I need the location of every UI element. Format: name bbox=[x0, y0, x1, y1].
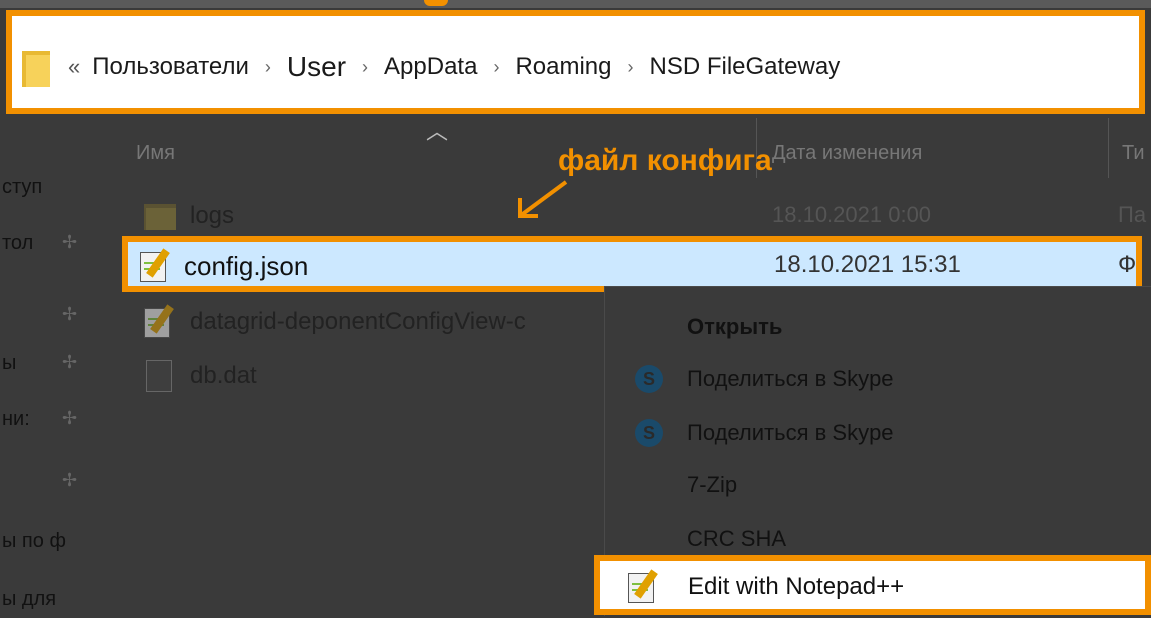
file-name: logs bbox=[190, 202, 235, 229]
column-header-name[interactable]: Имя bbox=[136, 142, 175, 165]
breadcrumb-separator-icon[interactable]: › bbox=[493, 57, 499, 78]
sort-ascending-icon: ︿ bbox=[426, 119, 449, 144]
skype-icon: S bbox=[635, 365, 663, 393]
pin-icon: ✢ bbox=[62, 232, 78, 252]
orange-annotation-mark bbox=[424, 0, 448, 6]
breadcrumb-separator-icon[interactable]: › bbox=[627, 57, 633, 78]
context-menu-item-label: 7-Zip bbox=[687, 472, 738, 497]
column-divider[interactable] bbox=[1108, 118, 1109, 178]
folder-icon bbox=[22, 47, 50, 87]
context-menu-item-open[interactable]: Открыть bbox=[605, 301, 1151, 353]
breadcrumb-item-appdata[interactable]: AppData bbox=[384, 53, 477, 81]
pin-icon: ✢ bbox=[62, 304, 78, 324]
breadcrumb-item-nsd-filegateway[interactable]: NSD FileGateway bbox=[649, 53, 840, 81]
context-menu-item-share-skype[interactable]: S Поделиться в Skype bbox=[605, 353, 1151, 405]
file-row-logs[interactable]: logs 18.10.2021 0:00 Па bbox=[130, 196, 1146, 236]
column-header-date[interactable]: Дата изменения bbox=[772, 142, 922, 165]
folder-icon bbox=[144, 200, 176, 230]
nav-item-desktop[interactable]: тол bbox=[2, 232, 33, 262]
context-menu-item-label: CRC SHA bbox=[687, 526, 787, 551]
file-name: config.json bbox=[184, 251, 309, 281]
pin-icon: ✢ bbox=[62, 470, 78, 490]
pin-icon: ✢ bbox=[62, 352, 78, 372]
context-menu-item-label: Открыть bbox=[687, 314, 783, 339]
file-type: Ф bbox=[1118, 251, 1137, 278]
breadcrumb: « Пользователи › User › AppData › Roamin… bbox=[22, 36, 1129, 98]
file-type: Па bbox=[1118, 202, 1147, 227]
context-menu-item-7zip[interactable]: 7-Zip bbox=[605, 459, 1151, 511]
breadcrumb-separator-icon[interactable]: › bbox=[265, 57, 271, 78]
breadcrumb-item-user[interactable]: User bbox=[287, 51, 346, 83]
notepadpp-icon bbox=[140, 248, 170, 282]
top-strip bbox=[0, 0, 1151, 8]
navigation-pane: ступ тол ✢ ✢ ы ✢ ни: ✢ ✢ ы по ф ы для bbox=[0, 118, 95, 615]
skype-icon: S bbox=[635, 419, 663, 447]
context-menu-item-share-skype-2[interactable]: S Поделиться в Skype bbox=[605, 407, 1151, 459]
file-icon bbox=[146, 360, 172, 392]
address-bar[interactable]: « Пользователи › User › AppData › Roamin… bbox=[6, 10, 1145, 114]
file-date: 18.10.2021 0:00 bbox=[772, 202, 932, 227]
notepadpp-icon bbox=[628, 569, 658, 603]
nav-item-images[interactable]: ни: bbox=[2, 408, 30, 438]
context-menu-item-label: Поделиться в Skype bbox=[687, 366, 894, 391]
context-menu-item-label: Поделиться в Skype bbox=[687, 420, 894, 445]
file-date: 18.10.2021 15:31 bbox=[774, 251, 961, 278]
breadcrumb-item-users[interactable]: Пользователи bbox=[92, 53, 249, 81]
file-explorer: ступ тол ✢ ✢ ы ✢ ни: ✢ ✢ ы по ф ы для ︿ … bbox=[0, 118, 1151, 616]
notepadpp-icon bbox=[144, 304, 174, 338]
breadcrumb-item-roaming[interactable]: Roaming bbox=[515, 53, 611, 81]
nav-item-documents[interactable]: ы bbox=[2, 352, 16, 382]
column-header-type[interactable]: Ти bbox=[1122, 142, 1145, 165]
pin-icon: ✢ bbox=[62, 408, 78, 428]
file-name: db.dat bbox=[190, 362, 257, 389]
breadcrumb-separator-icon[interactable]: › bbox=[362, 57, 368, 78]
context-menu-item-edit-with-notepadpp[interactable]: Edit with Notepad++ bbox=[594, 555, 1151, 615]
file-row-config-json[interactable]: config.json 18.10.2021 15:31 Ф bbox=[122, 236, 1142, 292]
annotation-label: файл конфига bbox=[558, 144, 772, 177]
file-name: datagrid-deponentConfigView-c bbox=[190, 308, 526, 335]
breadcrumb-overflow-chevron[interactable]: « bbox=[68, 54, 80, 80]
context-menu-item-label: Edit with Notepad++ bbox=[688, 573, 905, 600]
nav-item-folder-b[interactable]: ы для bbox=[2, 588, 56, 618]
nav-item-folder-a[interactable]: ы по ф bbox=[2, 530, 66, 560]
